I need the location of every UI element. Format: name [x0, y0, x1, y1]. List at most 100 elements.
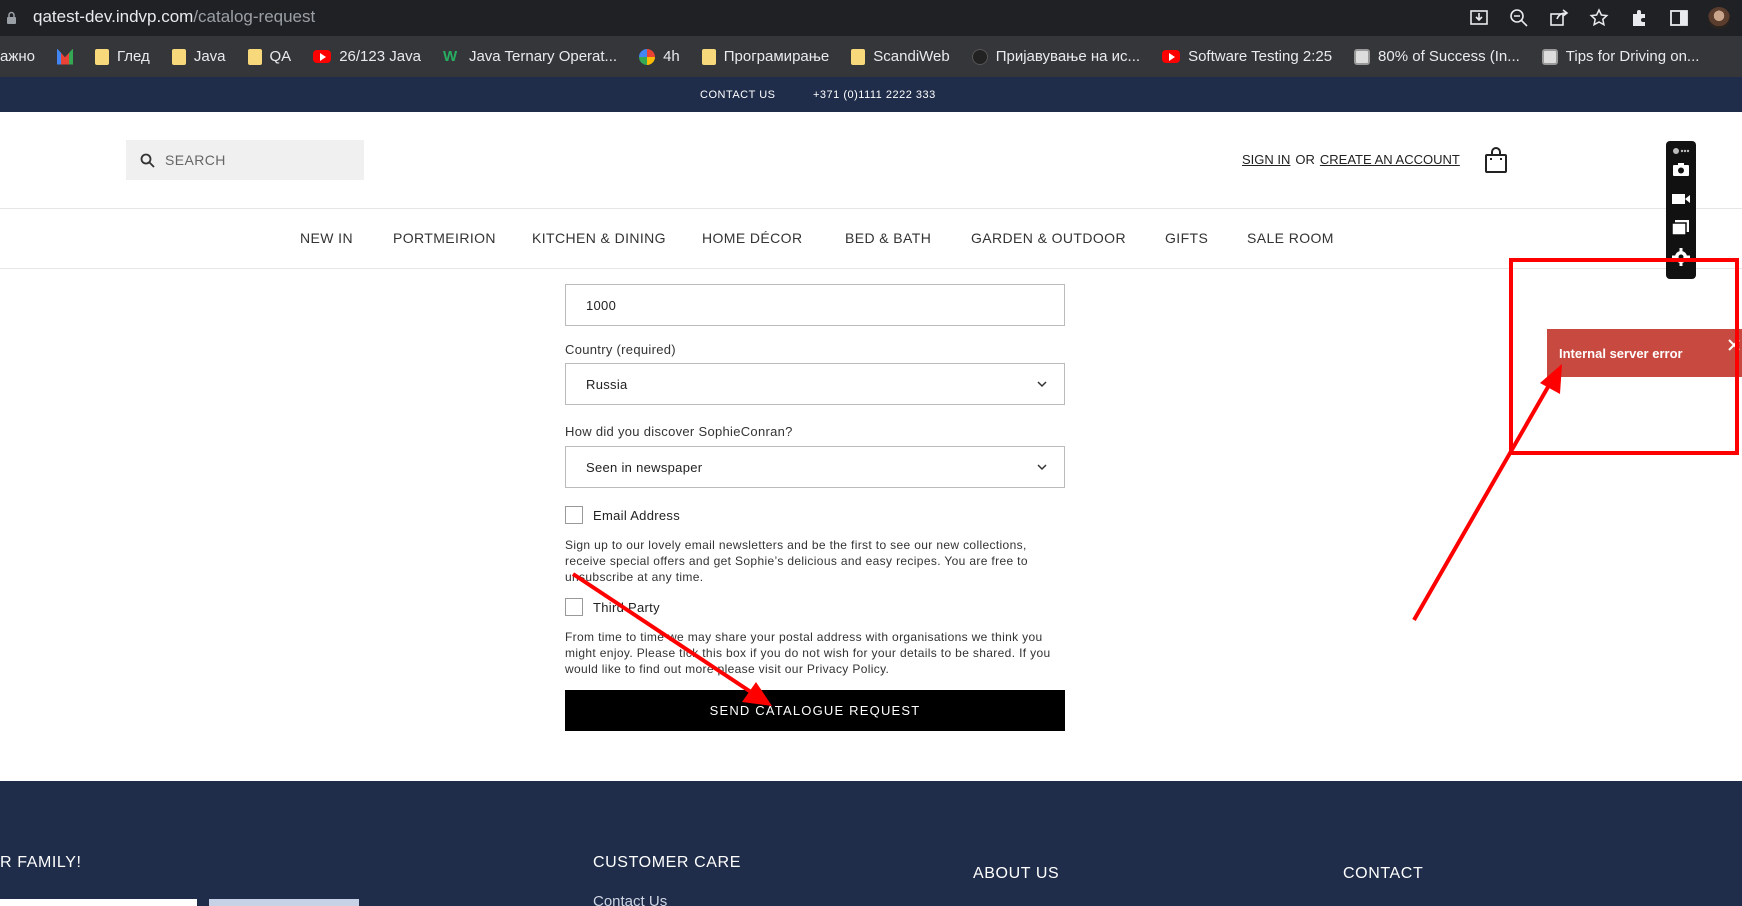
nav-kitchen-dining[interactable]: KITCHEN & DINING [532, 230, 666, 246]
nav-portmeirion[interactable]: PORTMEIRION [393, 230, 496, 246]
footer-customer-care-heading: CUSTOMER CARE [593, 854, 741, 871]
nav-sale-room[interactable]: SALE ROOM [1247, 230, 1334, 246]
phone-number[interactable]: +371 (0)1111 2222 333 [813, 89, 936, 101]
nav-gifts[interactable]: GIFTS [1165, 230, 1208, 246]
video-icon[interactable] [1671, 189, 1691, 209]
country-label: Country (required) [565, 342, 676, 357]
bookmark-label: ажно [0, 48, 36, 65]
search-placeholder: SEARCH [165, 152, 226, 168]
third-party-checkbox-label: Third Party [593, 600, 660, 615]
bookmark-item[interactable]: Tips for Driving on... [1541, 48, 1700, 65]
newsletter-email-input[interactable] [0, 899, 197, 906]
bookmark-item[interactable]: 26/123 Java [313, 48, 421, 65]
window-capture-icon[interactable] [1671, 218, 1691, 238]
bookmark-label: Глед [117, 48, 150, 65]
divider [0, 268, 1742, 269]
send-catalogue-request-button[interactable]: SEND CATALOGUE REQUEST [565, 690, 1065, 731]
url-path: /catalog-request [193, 7, 316, 26]
nav-bed-bath[interactable]: BED & BATH [845, 230, 931, 246]
image-icon [1354, 48, 1371, 65]
google-icon [639, 48, 656, 65]
nav-garden-outdoor[interactable]: GARDEN & OUTDOOR [971, 230, 1126, 246]
email-description: Sign up to our lovely email newsletters … [565, 538, 1028, 584]
bookmark-item[interactable] [57, 48, 74, 65]
profile-avatar[interactable] [1708, 7, 1730, 29]
sign-in-link[interactable]: SIGN IN [1242, 152, 1290, 167]
image-icon [1541, 48, 1558, 65]
bookmark-label: ScandiWeb [873, 48, 950, 65]
bookmark-item[interactable]: Програмирање [701, 48, 830, 65]
zoom-icon[interactable] [1508, 7, 1530, 29]
install-icon[interactable] [1468, 7, 1490, 29]
share-icon[interactable] [1548, 7, 1570, 29]
third-party-checkbox[interactable] [565, 598, 583, 616]
discover-value: Seen in newspaper [586, 459, 703, 475]
bookmark-label: Пријавување на ис... [995, 48, 1141, 65]
w-icon: W [442, 48, 458, 65]
nav-new-in[interactable]: NEW IN [300, 230, 353, 246]
folder-icon [95, 48, 110, 65]
bookmark-item[interactable]: Пријавување на ис... [971, 48, 1141, 65]
discover-select[interactable]: Seen in newspaper [565, 446, 1065, 488]
camera-icon[interactable] [1671, 159, 1691, 179]
youtube-icon [1162, 50, 1181, 63]
bookmark-item[interactable]: Java [171, 48, 226, 65]
footer-family-heading: R FAMILY! [0, 854, 82, 871]
email-checkbox[interactable] [565, 506, 583, 524]
folder-icon [701, 48, 716, 65]
bookmark-label: 4h [663, 48, 680, 65]
extensions-icon[interactable] [1628, 7, 1650, 29]
search-icon [140, 153, 155, 168]
folder-icon [247, 48, 262, 65]
bookmark-item[interactable]: Software Testing 2:25 [1162, 48, 1332, 65]
bookmark-item[interactable]: QA [247, 48, 292, 65]
bookmark-item[interactable]: ажно [0, 48, 35, 65]
bookmark-label: 80% of Success (In... [1378, 48, 1520, 65]
footer-about-us-heading: ABOUT US [973, 865, 1060, 882]
bookmarks-bar: ажно Глед Java QA 26/123 Java W Java Tern… [0, 36, 1742, 77]
folder-icon [851, 48, 866, 65]
postcode-value: 1000 [586, 297, 617, 313]
search-input[interactable]: SEARCH [126, 140, 364, 180]
url-text[interactable]: qatest-dev.indvp.com/catalog-request [33, 7, 315, 27]
or-text: OR [1295, 152, 1315, 167]
bookmark-label: 26/123 Java [339, 48, 421, 65]
bookmark-item[interactable]: W Java Ternary Operat... [443, 48, 617, 65]
bookmark-label: Програмирање [723, 48, 830, 65]
gmail-icon [57, 48, 74, 65]
third-party-description: From time to time we may share your post… [565, 630, 1051, 676]
url-host: qatest-dev.indvp.com [33, 7, 194, 26]
bookmark-label: QA [269, 48, 292, 65]
site-icon [971, 48, 988, 65]
lock-icon [7, 11, 16, 24]
create-account-link[interactable]: CREATE AN ACCOUNT [1320, 152, 1460, 167]
bookmark-item[interactable]: 80% of Success (In... [1354, 48, 1520, 65]
bookmark-label: Java [193, 48, 226, 65]
chevron-down-icon [1037, 464, 1047, 471]
annotation-highlight-box [1509, 258, 1739, 455]
chevron-down-icon [1037, 381, 1047, 388]
newsletter-subscribe-button[interactable] [209, 899, 359, 906]
postcode-input[interactable]: 1000 [565, 284, 1065, 326]
footer: R FAMILY! CUSTOMER CARE Contact Us ABOUT… [0, 781, 1742, 906]
bookmark-label: Tips for Driving on... [1565, 48, 1700, 65]
bookmark-item[interactable]: 4h [639, 48, 680, 65]
footer-contact-us-link[interactable]: Contact Us [593, 893, 667, 906]
star-icon[interactable] [1588, 7, 1610, 29]
shopping-bag-icon[interactable] [1484, 147, 1508, 173]
bookmark-item[interactable]: Глед [95, 48, 150, 65]
footer-contact-heading: CONTACT [1343, 865, 1424, 882]
country-select[interactable]: Russia [565, 363, 1065, 405]
browser-address-bar[interactable]: qatest-dev.indvp.com/catalog-request [0, 0, 1742, 36]
side-panel-icon[interactable] [1668, 7, 1690, 29]
bookmark-label: Software Testing 2:25 [1188, 48, 1333, 65]
discover-label: How did you discover SophieConran? [565, 424, 793, 439]
youtube-icon [313, 50, 332, 63]
submit-label: SEND CATALOGUE REQUEST [709, 703, 921, 718]
divider [0, 208, 1742, 209]
bookmark-item[interactable]: ScandiWeb [851, 48, 950, 65]
contact-us-link[interactable]: CONTACT US [700, 89, 776, 101]
nav-home-decor[interactable]: HOME DÉCOR [702, 230, 802, 246]
email-checkbox-label: Email Address [593, 508, 680, 523]
folder-icon [171, 48, 186, 65]
